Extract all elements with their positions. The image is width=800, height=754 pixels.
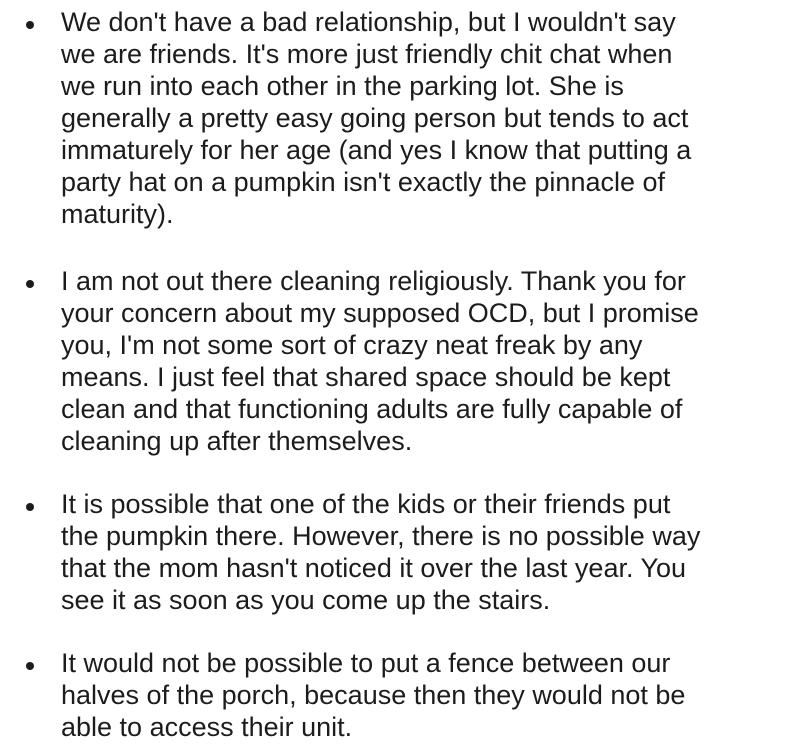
text-line: It would not be possible to put a fence … [61, 648, 671, 678]
text-line: that the mom hasn't noticed it over the … [61, 553, 687, 583]
text-line: clean and that functioning adults are fu… [61, 394, 683, 424]
text-line: we run into each other in the parking lo… [61, 71, 624, 101]
text-line: means. I just feel that shared space sho… [61, 362, 671, 392]
bullet-dot-icon [26, 503, 34, 511]
bullet-text: It would not be possible to put a fence … [61, 647, 796, 743]
text-line: cleaning up after themselves. [61, 426, 413, 456]
bullet-dot-icon [26, 280, 34, 288]
text-line: we are friends. It's more just friendly … [61, 39, 673, 69]
text-line: immaturely for her age (and yes I know t… [61, 135, 692, 165]
text-line: It is possible that one of the kids or t… [61, 489, 671, 519]
text-line: your concern about my supposed OCD, but … [61, 298, 699, 328]
bullet-text: We don't have a bad relationship, but I … [61, 6, 796, 230]
text-line: I am not out there cleaning religiously.… [61, 266, 686, 296]
text-line: maturity). [61, 199, 174, 229]
text-line: party hat on a pumpkin isn't exactly the… [61, 167, 666, 197]
text-line: the pumpkin there. However, there is no … [61, 521, 701, 551]
text-line: generally a pretty easy going person but… [61, 103, 689, 133]
text-line: We don't have a bad relationship, but I … [61, 7, 676, 37]
text-line: you, I'm not some sort of crazy neat fre… [61, 330, 643, 360]
text-line: halves of the porch, because then they w… [61, 680, 686, 710]
text-line: able to access their unit. [61, 712, 353, 742]
bullet-dot-icon [26, 662, 34, 670]
bullet-text: I am not out there cleaning religiously.… [61, 265, 796, 457]
text-line: see it as soon as you come up the stairs… [61, 585, 551, 615]
bullet-dot-icon [26, 21, 34, 29]
bullet-text: It is possible that one of the kids or t… [61, 488, 796, 616]
